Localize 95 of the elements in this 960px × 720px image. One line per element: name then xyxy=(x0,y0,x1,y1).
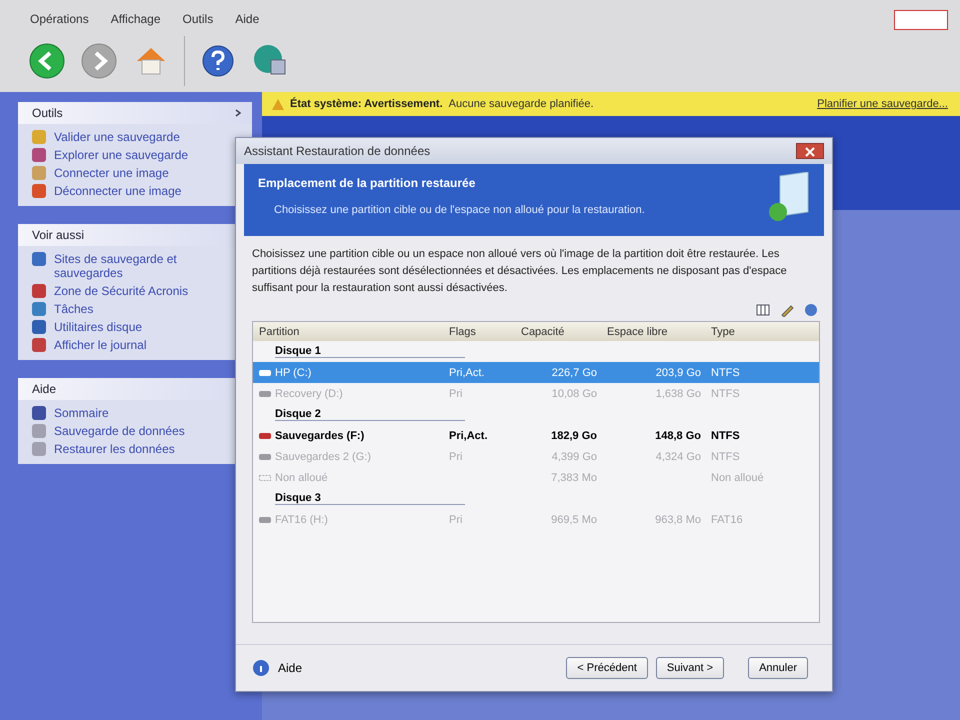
item-icon xyxy=(32,130,46,144)
panel-title: Aide xyxy=(32,382,56,396)
disk-label: Disque 1 xyxy=(275,345,465,358)
item-icon xyxy=(32,302,46,316)
cancel-button[interactable]: Annuler xyxy=(748,657,808,679)
partition-cell: HP (C:) xyxy=(259,366,449,378)
flags-cell-text: Pri,Act. xyxy=(449,366,486,378)
menu-item[interactable]: Opérations xyxy=(30,12,89,26)
header-title: Emplacement de la partition restaurée xyxy=(258,176,476,190)
type-cell-text: FAT16 xyxy=(711,514,744,526)
item-icon xyxy=(32,338,46,352)
column-header[interactable]: Capacité xyxy=(521,326,607,338)
dialog-title: Assistant Restauration de données xyxy=(244,144,430,158)
sidebar-link[interactable]: Zone de Sécurité Acronis xyxy=(54,284,188,298)
free-space-cell-text: 963,8 Mo xyxy=(654,514,702,526)
disk-label: Disque 3 xyxy=(275,492,465,505)
sidebar-link[interactable]: Sauvegarde de données xyxy=(54,424,185,438)
previous-button[interactable]: < Précédent xyxy=(566,657,648,679)
unallocated-icon xyxy=(259,472,271,482)
next-button[interactable]: Suivant > xyxy=(656,657,724,679)
forward-button[interactable] xyxy=(80,42,118,80)
item-icon xyxy=(32,252,46,266)
capacity-cell-text: 182,9 Go xyxy=(550,430,598,442)
free-space-cell-text: 4,324 Go xyxy=(654,450,702,462)
notice-message: Aucune sauvegarde planifiée. xyxy=(448,98,594,110)
sidebar-link[interactable]: Sommaire xyxy=(54,406,109,420)
sidebar-link[interactable]: Restaurer les données xyxy=(54,442,175,456)
menu-item[interactable]: Affichage xyxy=(110,12,161,26)
item-icon xyxy=(32,442,46,456)
columns-icon[interactable] xyxy=(756,303,770,317)
item-icon xyxy=(32,148,46,162)
item-icon xyxy=(32,406,46,420)
flags-cell-text: Pri xyxy=(449,388,464,400)
partition-icon xyxy=(259,368,271,378)
item-icon xyxy=(32,284,46,298)
flags-cell-text: Pri,Act. xyxy=(449,430,489,442)
flags-cell-text: Pri xyxy=(449,450,464,462)
partition-cell: Sauvegardes (F:) xyxy=(259,430,449,442)
capacity-cell-text: 7,383 Mo xyxy=(550,472,598,484)
back-button[interactable] xyxy=(28,42,66,80)
item-icon xyxy=(32,184,46,198)
partition-row[interactable]: Sauvegardes (F:) Pri,Act. 182,9 Go 148,8 Go NTFS xyxy=(253,425,819,446)
item-icon xyxy=(32,320,46,334)
type-cell-text: NTFS xyxy=(711,388,741,400)
help-icon[interactable] xyxy=(252,659,270,677)
pencil-icon[interactable] xyxy=(780,303,794,317)
free-space-cell-text: 203,9 Go xyxy=(654,366,702,378)
notice-label: État système: Avertissement. xyxy=(290,98,443,110)
sidebar-link[interactable]: Connecter une image xyxy=(54,166,169,180)
warning-icon xyxy=(272,98,284,110)
column-header[interactable]: Flags xyxy=(449,326,521,338)
chevron-icon[interactable] xyxy=(234,109,242,117)
column-header[interactable]: Partition xyxy=(259,326,449,338)
partition-row[interactable]: HP (C:) Pri,Act. 226,7 Go 203,9 Go NTFS xyxy=(253,362,819,383)
panel-title: Voir aussi xyxy=(32,228,84,242)
partition-icon xyxy=(259,388,271,398)
free-space-cell-text: 1,638 Go xyxy=(654,388,702,400)
type-cell-text: NTFS xyxy=(711,450,741,462)
partition-cell: Non alloué xyxy=(259,472,449,484)
capacity-cell-text: 969,5 Mo xyxy=(550,514,598,526)
type-cell-text: Non alloué xyxy=(711,472,765,484)
help-link[interactable]: Aide xyxy=(278,661,302,675)
partition-icon xyxy=(259,430,271,440)
capacity-cell-text: 226,7 Go xyxy=(550,366,598,378)
panel-title: Outils xyxy=(32,106,63,120)
sidebar-link[interactable]: Déconnecter une image xyxy=(54,184,182,198)
capacity-cell-text: 10,08 Go xyxy=(550,388,598,400)
partition-cell: FAT16 (H:) xyxy=(259,514,449,526)
free-space-cell-text: 148,8 Go xyxy=(654,430,702,442)
flags-cell-text: Pri xyxy=(449,514,464,526)
schedule-link[interactable]: Planifier une sauvegarde... xyxy=(817,98,948,110)
partition-icon xyxy=(259,514,271,524)
sidebar-link[interactable]: Valider une sauvegarde xyxy=(54,130,180,144)
header-subtitle: Choisissez une partition cible ou de l'espace non alloué pour la restauration. xyxy=(273,204,645,216)
close-icon xyxy=(805,147,815,157)
description-text: Choisissez une partition cible ou un espace non alloué vers où l'image de la partition doit être restaurée. Les partitions déjà restaurées sont désélectionnées et désactivées. Les emplacements ne disposant pas d'espace suffisant pour la restauration sont aussi désactivées. xyxy=(251,247,788,296)
menu-item[interactable]: Outils xyxy=(182,12,214,26)
sidebar-link[interactable]: Utilitaires disque xyxy=(54,320,142,334)
disk-label: Disque 2 xyxy=(275,408,465,421)
close-button[interactable] xyxy=(796,143,824,159)
column-header[interactable]: Type xyxy=(711,326,811,338)
item-icon xyxy=(32,424,46,438)
menu-item[interactable]: Aide xyxy=(235,12,260,26)
capacity-cell-text: 4,399 Go xyxy=(550,450,598,462)
sidebar-link[interactable]: Afficher le journal xyxy=(54,338,146,352)
partition-cell: Recovery (D:) xyxy=(259,388,449,400)
info-icon[interactable] xyxy=(804,303,818,317)
sidebar-link[interactable]: Tâches xyxy=(54,302,94,316)
partition-cell: Sauvegardes 2 (G:) xyxy=(259,450,449,462)
type-cell-text: NTFS xyxy=(711,430,741,442)
type-cell-text: NTFS xyxy=(711,366,741,378)
sidebar-link[interactable]: Explorer une sauvegarde xyxy=(54,148,188,162)
partition-icon xyxy=(259,452,271,462)
item-icon xyxy=(32,166,46,180)
column-header[interactable]: Espace libre xyxy=(607,326,711,338)
